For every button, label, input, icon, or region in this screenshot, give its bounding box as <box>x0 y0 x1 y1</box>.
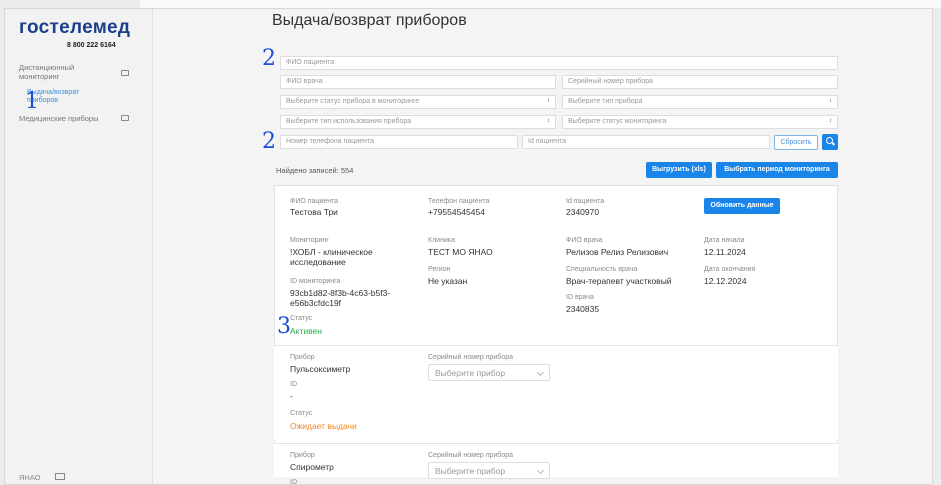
device-card <box>274 443 838 477</box>
patient-phone-value: +79554545454 <box>428 207 485 217</box>
region-label: Регион <box>428 266 451 273</box>
doctor-specialty-label: Специальность врача <box>566 266 638 273</box>
device-label: Прибор <box>290 354 315 361</box>
patient-phone-input[interactable]: Номер телефона пациента <box>280 135 518 149</box>
status-badge: Активен <box>290 326 322 336</box>
doctor-specialty-value: Врач-терапевт участковый <box>566 276 672 286</box>
monitoring-value: исследование <box>290 257 346 267</box>
device-status-select[interactable]: Выберите статус прибора в мониторинге <box>280 95 556 109</box>
annotation-marker-2: 2 <box>262 129 276 154</box>
end-date-value: 12.12.2024 <box>704 276 747 286</box>
start-date-value: 12.11.2024 <box>704 247 746 257</box>
doctor-id-label: ID врача <box>566 294 594 301</box>
logout-icon[interactable] <box>55 473 65 480</box>
patient-name-value: Тестова Три <box>290 207 338 217</box>
folder-icon <box>121 70 129 76</box>
region-label: ЯНАО <box>19 473 41 482</box>
usage-type-select[interactable]: Выберите тип использования прибора <box>280 115 556 129</box>
device-serial-select[interactable]: Выберите прибор <box>428 462 550 479</box>
select-period-button[interactable]: Выбрать период мониторинга <box>716 162 838 178</box>
device-serial-select[interactable]: Выберите прибор <box>428 364 550 381</box>
patient-id-label: Id пациента <box>566 198 605 205</box>
monitoring-id-label: ID мониторинга <box>290 278 341 285</box>
search-button[interactable] <box>822 134 838 150</box>
logo: гостелемед <box>19 17 131 38</box>
device-serial-label: Серийный номер прибора <box>428 452 513 459</box>
annotation-marker-1: 1 <box>25 89 39 114</box>
annotation-marker-3: 3 <box>277 314 291 339</box>
monitoring-id-value: 93cb1d82-8f3b-4c63-b5f3- <box>290 288 391 298</box>
status-label: Статус <box>290 315 313 322</box>
start-date-label: Дата начала <box>704 237 745 244</box>
device-status-value: Ожидает выдачи <box>290 421 357 431</box>
device-id-value: - <box>290 391 293 401</box>
device-id-label: ID <box>290 381 297 388</box>
annotation-marker-2: 2 <box>262 46 276 71</box>
doctor-name-label: ФИО врача <box>566 237 603 244</box>
sidebar-item-medical-devices[interactable]: Медицинские приборы <box>19 114 98 123</box>
patient-name-label: ФИО пациента <box>290 198 339 205</box>
records-count: Найдено записей: 554 <box>276 166 354 175</box>
monitoring-id-value: e56b3cfdc19f <box>290 298 342 308</box>
doctor-name-input[interactable]: ФИО врача <box>280 75 556 89</box>
serial-number-input[interactable]: Серийный номер прибора <box>562 75 838 89</box>
reset-button[interactable]: Сбросить <box>774 135 818 150</box>
monitoring-label: Мониторинг <box>290 237 329 244</box>
device-id-label: ID <box>290 479 297 485</box>
page-title: Выдача/возврат приборов <box>272 12 467 29</box>
sidebar-item-label: Медицинские приборы <box>19 114 99 123</box>
support-phone: 8 800 222 6164 <box>67 42 116 49</box>
sidebar-item-label: мониторинг <box>19 72 60 81</box>
doctor-id-value: 2340835 <box>566 304 600 314</box>
sidebar: гостелемед 8 800 222 6164 Дистанционный … <box>5 9 153 484</box>
patient-phone-label: Телефон пациента <box>428 198 490 205</box>
sidebar-item-monitoring[interactable]: Дистанционный мониторинг <box>19 63 74 81</box>
device-type-select[interactable]: Выберите тип прибора <box>562 95 838 109</box>
device-serial-label: Серийный номер прибора <box>428 354 513 361</box>
monitoring-value: !ХОБЛ - клиническое <box>290 247 373 257</box>
folder-icon <box>121 115 129 121</box>
clinic-value: ТЕСТ МО ЯНАО <box>428 247 493 257</box>
doctor-name-value: Релизов Релиз Релизович <box>566 247 669 257</box>
region-value: Не указан <box>428 276 468 286</box>
patient-id-value: 2340970 <box>566 207 600 217</box>
device-card <box>274 345 838 440</box>
monitoring-status-select[interactable]: Выберите статус мониторинга <box>562 115 838 129</box>
patient-name-input[interactable]: ФИО пациента <box>280 56 838 70</box>
device-value: Спирометр <box>290 462 334 472</box>
clinic-label: Клиника <box>428 237 455 244</box>
patient-id-input[interactable]: Id пациента <box>522 135 770 149</box>
device-status-label: Статус <box>290 410 313 417</box>
device-value: Пульсоксиметр <box>290 364 351 374</box>
export-xls-button[interactable]: Выгрузить (xls) <box>646 162 712 178</box>
top-bar <box>140 0 941 8</box>
end-date-label: Дата окончания <box>704 266 756 273</box>
sidebar-item-label: Дистанционный <box>19 63 75 72</box>
refresh-data-button[interactable]: Обновить данные <box>704 198 780 214</box>
device-label: Прибор <box>290 452 315 459</box>
